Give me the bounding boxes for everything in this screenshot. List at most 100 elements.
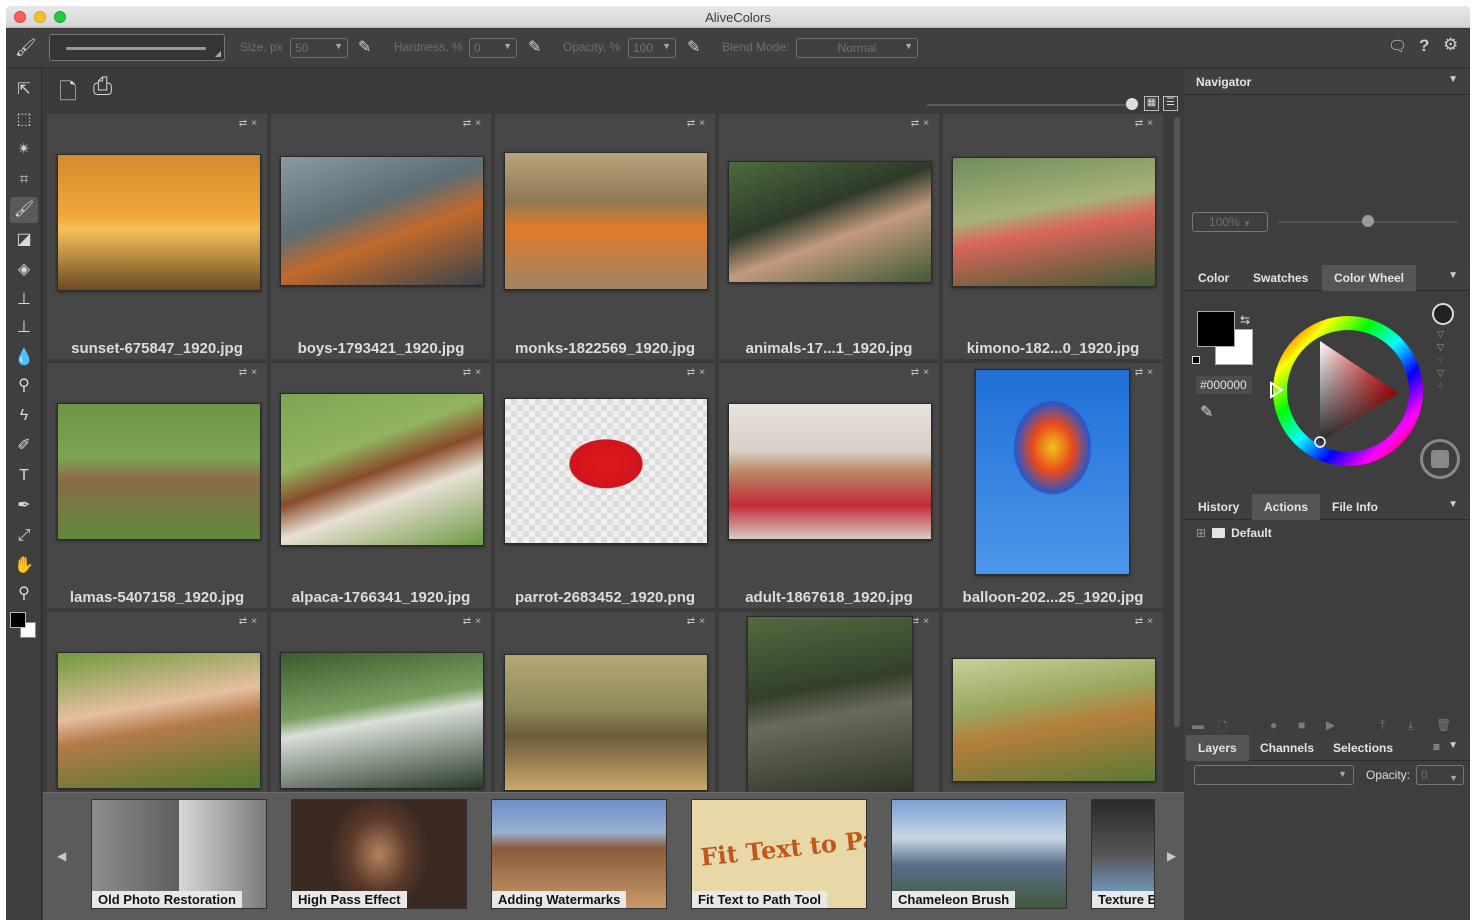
- pen-icon[interactable]: ✒: [10, 493, 38, 519]
- hardness-select[interactable]: 0 ▼: [469, 38, 517, 58]
- file-tile[interactable]: ⇄×: [271, 612, 491, 794]
- tile-controls[interactable]: ⇄×: [463, 367, 485, 378]
- pen-pressure-icon[interactable]: ✎: [528, 37, 541, 57]
- tutorial-card[interactable]: Chameleon Brush: [891, 799, 1067, 909]
- tile-controls[interactable]: ⇄×: [911, 616, 933, 627]
- tab-history[interactable]: History: [1186, 494, 1251, 520]
- help-icon[interactable]: ?: [1419, 36, 1429, 56]
- list-menu-icon[interactable]: ≡: [1433, 740, 1440, 754]
- panel-menu-icon[interactable]: ▼: [1448, 270, 1458, 281]
- magic-wand-icon[interactable]: ✴: [10, 137, 38, 163]
- tile-controls[interactable]: ⇄×: [687, 367, 709, 378]
- tile-controls[interactable]: ⇄×: [239, 367, 261, 378]
- move-icon[interactable]: ⇱: [10, 77, 38, 103]
- eraser-icon[interactable]: ◪: [10, 227, 38, 253]
- tile-controls[interactable]: ⇄×: [911, 118, 933, 129]
- file-tile[interactable]: ⇄× boys-1793421_1920.jpg: [271, 114, 491, 359]
- tab-channels[interactable]: Channels: [1248, 735, 1326, 761]
- new-document-icon[interactable]: 🗋: [59, 75, 77, 113]
- opacity-select[interactable]: 100 ▼: [628, 38, 676, 58]
- navigator-zoom-knob[interactable]: [1362, 215, 1374, 227]
- file-tile[interactable]: ⇄× parrot-2683452_1920.png: [495, 363, 715, 608]
- eyedropper-icon[interactable]: ⤢: [10, 523, 38, 549]
- zoom-icon[interactable]: ⚲: [10, 581, 38, 607]
- hand-icon[interactable]: ✋: [10, 553, 38, 579]
- healing-icon[interactable]: ⊥: [10, 315, 38, 341]
- list-view-icon[interactable]: ☰: [1163, 96, 1178, 111]
- chevron-right-icon[interactable]: ▶: [1167, 849, 1176, 863]
- gear-icon[interactable]: ⚙: [1443, 35, 1458, 55]
- stamp-icon[interactable]: ⊥: [10, 287, 38, 313]
- file-tile[interactable]: ⇄×: [495, 612, 715, 794]
- tutorial-card[interactable]: Texture B: [1091, 799, 1155, 909]
- tile-controls[interactable]: ⇄×: [239, 616, 261, 627]
- file-tile[interactable]: ⇄×: [47, 612, 267, 794]
- smudge-icon[interactable]: ϟ: [10, 403, 38, 429]
- trash-icon[interactable]: 🗑: [1436, 718, 1451, 732]
- grid-scrollbar[interactable]: [1174, 117, 1180, 727]
- folder-icon[interactable]: ▬: [1192, 718, 1204, 732]
- tutorial-card[interactable]: Old Photo Restoration: [91, 799, 267, 909]
- grid-view-icon[interactable]: ▦: [1144, 96, 1159, 111]
- size-select[interactable]: 50 ▼: [290, 38, 348, 58]
- file-tile[interactable]: ⇄× adult-1867618_1920.jpg: [719, 363, 939, 608]
- stop-icon[interactable]: ■: [1298, 718, 1305, 732]
- brush-icon[interactable]: 🖌: [10, 197, 38, 223]
- tile-controls[interactable]: ⇄×: [687, 616, 709, 627]
- tab-color-wheel[interactable]: Color Wheel: [1322, 265, 1417, 291]
- tile-controls[interactable]: ⇄×: [463, 118, 485, 129]
- tile-controls[interactable]: ⇄×: [1135, 118, 1157, 129]
- file-tile[interactable]: ⇄× lamas-5407158_1920.jpg: [47, 363, 267, 608]
- navigator-zoom-select[interactable]: 100% ▼: [1192, 212, 1268, 232]
- tutorial-card[interactable]: Fit Text to Path Fit Text to Path Tool: [691, 799, 867, 909]
- foreground-color-swatch[interactable]: [10, 612, 26, 628]
- tutorial-card[interactable]: High Pass Effect: [291, 799, 467, 909]
- crop-icon[interactable]: ⌗: [10, 167, 38, 193]
- panel-menu-icon[interactable]: ▼: [1448, 740, 1458, 751]
- brush-preset-picker[interactable]: ◢: [49, 34, 225, 61]
- file-tile[interactable]: ⇄× alpaca-1766341_1920.jpg: [271, 363, 491, 608]
- tile-controls[interactable]: ⇄×: [239, 118, 261, 129]
- tile-controls[interactable]: ⇄×: [1135, 616, 1157, 627]
- thumbnail-size-knob[interactable]: [1126, 98, 1138, 110]
- blur-icon[interactable]: 💧: [10, 345, 38, 371]
- file-tile[interactable]: ⇄×: [943, 612, 1163, 794]
- file-tile[interactable]: ⇄× balloon-202...25_1920.jpg: [943, 363, 1163, 608]
- tile-controls[interactable]: ⇄×: [911, 367, 933, 378]
- tutorial-card[interactable]: Adding Watermarks: [491, 799, 667, 909]
- file-tile[interactable]: ⇄×: [719, 612, 939, 794]
- tab-layers[interactable]: Layers: [1186, 735, 1249, 761]
- action-set-item[interactable]: ⊞ Default: [1196, 526, 1272, 540]
- chevron-left-icon[interactable]: ◀: [57, 849, 66, 863]
- panel-menu-icon[interactable]: ▼: [1448, 499, 1458, 510]
- expand-icon[interactable]: ⊞: [1196, 526, 1206, 540]
- pen-pressure-icon[interactable]: ✎: [358, 37, 371, 57]
- record-icon[interactable]: ●: [1270, 718, 1277, 732]
- file-tile[interactable]: ⇄× monks-1822569_1920.jpg: [495, 114, 715, 359]
- file-tile[interactable]: ⇄× kimono-182...0_1920.jpg: [943, 114, 1163, 359]
- tab-actions[interactable]: Actions: [1252, 494, 1321, 520]
- tile-controls[interactable]: ⇄×: [1135, 367, 1157, 378]
- open-file-icon[interactable]: ⎙: [93, 73, 112, 101]
- dodge-icon[interactable]: ⚲: [10, 373, 38, 399]
- tab-swatches[interactable]: Swatches: [1241, 265, 1320, 291]
- tab-selections[interactable]: Selections: [1321, 735, 1405, 761]
- import-icon[interactable]: ⤒: [1380, 718, 1385, 733]
- tab-file-info[interactable]: File Info: [1320, 494, 1390, 520]
- feedback-icon[interactable]: 🗨: [1388, 37, 1407, 55]
- pen-pressure-icon[interactable]: ✎: [687, 37, 700, 57]
- file-tile[interactable]: ⇄× sunset-675847_1920.jpg: [47, 114, 267, 359]
- mixer-brush-icon[interactable]: ✐: [10, 433, 38, 459]
- thumbnail-size-slider[interactable]: [927, 104, 1131, 106]
- play-icon[interactable]: ▶: [1326, 718, 1335, 732]
- export-icon[interactable]: ⤓: [1408, 718, 1413, 733]
- tile-controls[interactable]: ⇄×: [463, 616, 485, 627]
- blend-mode-select[interactable]: Normal ▼: [796, 38, 918, 58]
- tile-controls[interactable]: ⇄×: [687, 118, 709, 129]
- text-icon[interactable]: T: [10, 463, 38, 489]
- fill-eraser-icon[interactable]: ◈: [10, 257, 38, 283]
- panel-menu-icon[interactable]: ▼: [1448, 74, 1458, 85]
- tab-color[interactable]: Color: [1186, 265, 1241, 291]
- marquee-icon[interactable]: ⬚: [10, 107, 38, 133]
- file-tile[interactable]: ⇄× animals-17...1_1920.jpg: [719, 114, 939, 359]
